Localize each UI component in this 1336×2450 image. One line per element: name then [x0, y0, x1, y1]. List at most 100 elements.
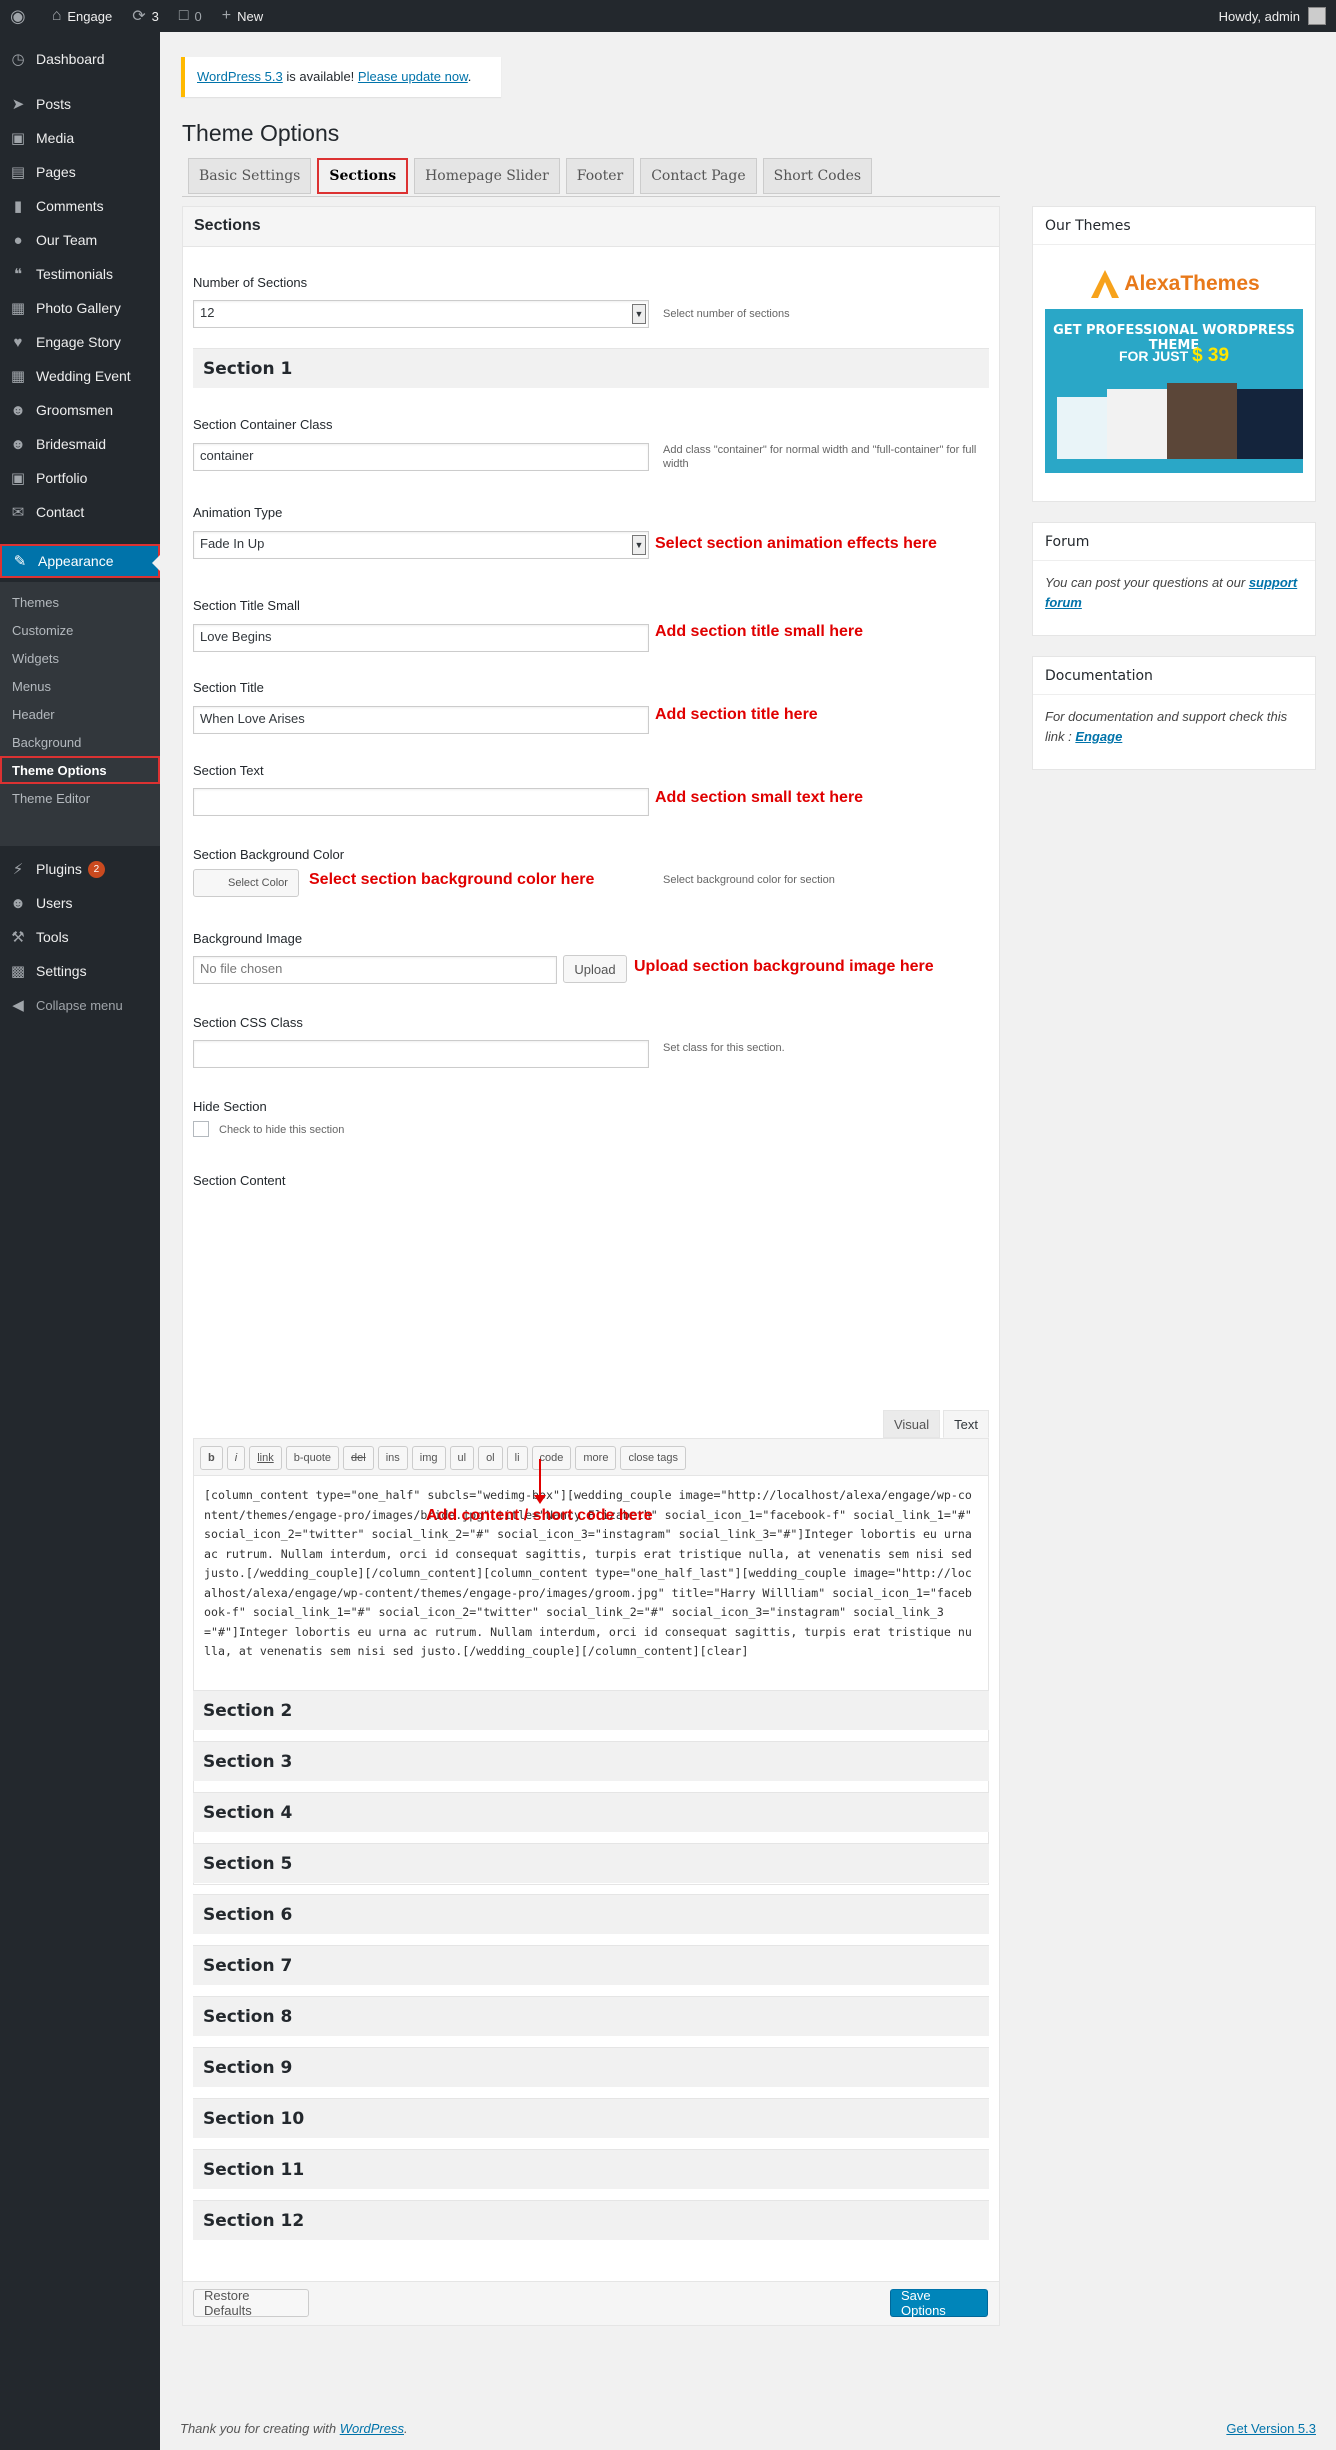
section-6-header[interactable]: Section 6 — [193, 1894, 989, 1934]
submenu-widgets[interactable]: Widgets — [0, 644, 160, 672]
submenu-background[interactable]: Background — [0, 728, 160, 756]
number-of-sections-select[interactable]: 12 ▼ — [193, 300, 649, 328]
wordpress-version-link[interactable]: WordPress 5.3 — [197, 69, 283, 84]
tab-basic-settings[interactable]: Basic Settings — [188, 158, 312, 194]
sidebar-item-settings[interactable]: ▩ Settings — [0, 954, 160, 988]
sidebar-item-our-team[interactable]: ● Our Team — [0, 223, 160, 257]
get-version-link[interactable]: Get Version 5.3 — [1226, 2421, 1316, 2436]
alexathemes-logo[interactable]: AlexaThemes — [1045, 261, 1303, 307]
submenu-customize[interactable]: Customize — [0, 616, 160, 644]
quicktag-code-button[interactable]: code — [531, 1446, 572, 1470]
plugin-icon: ⚡ — [12, 861, 24, 878]
gallery-icon: ▦ — [10, 300, 26, 317]
submenu-themes[interactable]: Themes — [0, 588, 160, 616]
theme-preview-3 — [1167, 383, 1237, 459]
title-small-input[interactable]: Love Begins — [193, 624, 649, 652]
section-8-header[interactable]: Section 8 — [193, 1996, 989, 2036]
sidebar-item-comments[interactable]: ▮ Comments — [0, 189, 160, 223]
sidebar-item-tools[interactable]: ⚒ Tools — [0, 920, 160, 954]
section-title-input[interactable]: When Love Arises — [193, 706, 649, 734]
sidebar-item-testimonials[interactable]: ❝ Testimonials — [0, 257, 160, 291]
section-9-header[interactable]: Section 9 — [193, 2047, 989, 2087]
plugins-update-badge: 2 — [87, 860, 105, 878]
select-color-button[interactable]: Select Color — [193, 869, 299, 897]
wordpress-logo-icon[interactable]: ◉ — [0, 0, 42, 32]
css-class-input[interactable] — [193, 1040, 649, 1068]
engage-doc-link[interactable]: Engage — [1075, 729, 1122, 744]
tab-footer[interactable]: Footer — [565, 158, 635, 194]
sidebar-item-wedding-event[interactable]: ▦ Wedding Event — [0, 359, 160, 393]
quicktag-blockquote-button[interactable]: b-quote — [285, 1446, 340, 1470]
tab-short-codes[interactable]: Short Codes — [762, 158, 873, 194]
submenu-theme-options[interactable]: Theme Options — [0, 756, 160, 784]
sidebar-item-pages[interactable]: ▤ Pages — [0, 155, 160, 189]
sidebar-item-engage-story[interactable]: ♥ Engage Story — [0, 325, 160, 359]
quicktag-more-button[interactable]: more — [575, 1446, 617, 1470]
content-annotation: Add content / short code here — [426, 1507, 653, 1524]
section-5-header[interactable]: Section 5 — [193, 1843, 989, 1883]
tab-sections[interactable]: Sections — [317, 158, 409, 194]
sidebar-item-users[interactable]: ☻ Users — [0, 886, 160, 920]
quicktag-italic-button[interactable]: i — [226, 1446, 246, 1470]
animation-type-select[interactable]: Fade In Up ▼ — [193, 531, 649, 559]
hide-section-checkbox[interactable] — [193, 1121, 209, 1137]
tab-visual[interactable]: Visual — [882, 1410, 941, 1438]
sidebar-item-contact[interactable]: ✉ Contact — [0, 495, 160, 529]
submenu-theme-editor[interactable]: Theme Editor — [0, 784, 160, 812]
quicktag-bold-button[interactable]: b — [200, 1446, 223, 1470]
section-4-header[interactable]: Section 4 — [193, 1792, 989, 1832]
quicktag-ins-button[interactable]: ins — [377, 1446, 408, 1470]
tab-homepage-slider[interactable]: Homepage Slider — [414, 158, 560, 194]
section-2-header[interactable]: Section 2 — [193, 1690, 989, 1730]
submenu-menus[interactable]: Menus — [0, 672, 160, 700]
section-11-header[interactable]: Section 11 — [193, 2149, 989, 2189]
site-name-link[interactable]: ⌂ Engage — [42, 0, 123, 32]
comments-link[interactable]: □ 0 — [169, 0, 212, 32]
quicktag-close-tags-button[interactable]: close tags — [620, 1446, 686, 1470]
section-3-header[interactable]: Section 3 — [193, 1741, 989, 1781]
quicktag-ol-button[interactable]: ol — [478, 1446, 503, 1470]
background-color-annotation: Select section background color here — [309, 871, 595, 888]
sidebar-item-bridesmaid[interactable]: ☻ Bridesmaid — [0, 427, 160, 461]
updates-link[interactable]: ⟳ 3 — [122, 0, 169, 32]
alexathemes-logo-icon — [1091, 270, 1120, 298]
sidebar-item-groomsmen[interactable]: ☻ Groomsmen — [0, 393, 160, 427]
heart-icon: ♥ — [13, 333, 23, 351]
section-text-input[interactable] — [193, 788, 649, 816]
quicktag-ul-button[interactable]: ul — [449, 1446, 475, 1470]
my-account-link[interactable]: Howdy, admin — [1209, 0, 1336, 32]
new-content-link[interactable]: + New — [212, 0, 273, 32]
sidebar-item-photo-gallery[interactable]: ▦ Photo Gallery — [0, 291, 160, 325]
background-image-input[interactable]: No file chosen — [193, 956, 557, 984]
section-1-header[interactable]: Section 1 — [193, 348, 989, 388]
themes-promo-banner[interactable]: GET PROFESSIONAL WORDPRESS THEME FOR JUS… — [1045, 309, 1303, 473]
plus-icon: + — [221, 7, 232, 24]
footer-thanks: Thank you for creating with WordPress. — [180, 2421, 408, 2436]
section-10-header[interactable]: Section 10 — [193, 2098, 989, 2138]
save-options-button[interactable]: Save Options — [890, 2288, 988, 2318]
section-7-header[interactable]: Section 7 — [193, 1945, 989, 1985]
section-12-header[interactable]: Section 12 — [193, 2200, 989, 2240]
quicktag-del-button[interactable]: del — [343, 1446, 374, 1470]
quicktag-img-button[interactable]: img — [411, 1446, 446, 1470]
upload-button[interactable]: Upload — [563, 955, 627, 983]
sidebar-item-portfolio[interactable]: ▣ Portfolio — [0, 461, 160, 495]
sidebar-item-media[interactable]: ▣ Media — [0, 121, 160, 155]
update-now-link[interactable]: Please update now — [358, 69, 468, 84]
sidebar-item-appearance[interactable]: ✎ Appearance — [0, 544, 160, 578]
wordpress-link[interactable]: WordPress — [340, 2421, 404, 2436]
sidebar-item-dashboard[interactable]: ◷ Dashboard — [0, 42, 160, 76]
collapse-menu-button[interactable]: ◀ Collapse menu — [0, 988, 160, 1022]
sidebar-item-posts[interactable]: ➤ Posts — [0, 87, 160, 121]
quicktag-link-button[interactable]: link — [249, 1446, 282, 1470]
tab-text[interactable]: Text — [943, 1410, 989, 1438]
sidebar-item-plugins[interactable]: ⚡ Plugins 2 — [0, 852, 160, 886]
container-class-input[interactable]: container — [193, 443, 649, 471]
submenu-header[interactable]: Header — [0, 700, 160, 728]
annotation-arrow-line — [539, 1459, 541, 1499]
tab-contact-page[interactable]: Contact Page — [640, 158, 757, 194]
animation-annotation: Select section animation effects here — [655, 535, 937, 552]
calendar-icon: ▦ — [10, 368, 26, 385]
quicktag-li-button[interactable]: li — [506, 1446, 528, 1470]
restore-defaults-button[interactable]: Restore Defaults — [193, 2288, 309, 2318]
